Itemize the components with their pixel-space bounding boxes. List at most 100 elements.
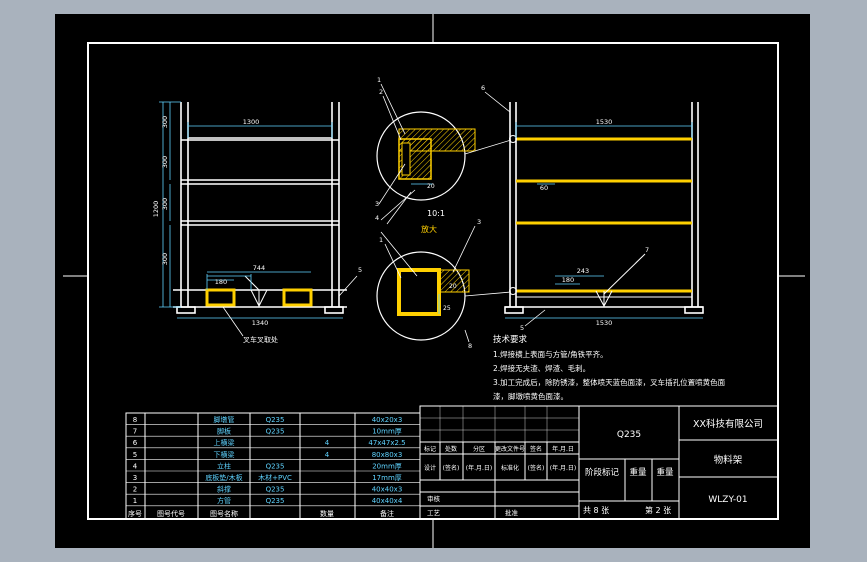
tech-requirements: 技术要求 1.焊接横上表面与方管/角铁平齐。 2.焊接无夹渣、焊渣、毛刺。 3.… — [493, 334, 726, 401]
front-base-dim: 744 — [253, 264, 265, 272]
bom-cell-name: 脚板 — [217, 427, 231, 436]
bom-cell-no: 8 — [133, 416, 137, 424]
detail-views: 20 25 20 10:1 放大 1 2 3 4 1 3 8 — [375, 76, 512, 350]
bom-cell-spec: 17mm厚 — [372, 474, 402, 482]
bom-cell-no: 6 — [133, 439, 138, 447]
tb-drawing-no: WLZY-01 — [708, 495, 747, 505]
bom-cell-mat: Q235 — [266, 486, 285, 494]
detail-dim-c: 20 — [449, 283, 457, 290]
tb-rev-h2: 分区 — [473, 445, 485, 453]
tech-item-1: 1.焊接横上表面与方管/角铁平齐。 — [493, 349, 608, 359]
tb-sign-h1: (签名) — [443, 464, 460, 472]
detail-dim-b: 25 — [443, 305, 451, 312]
tech-item-2: 2.焊接无夹渣、焊渣、毛刺。 — [493, 363, 590, 373]
bom-cell-spec: 40x20x3 — [372, 416, 403, 424]
bom-cell-qty: 4 — [325, 439, 330, 447]
bom-cell-no: 5 — [133, 451, 137, 459]
tb-audit: 审核 — [427, 494, 441, 503]
balloon-1-lower: 1 — [379, 236, 383, 244]
front-height-dim-4: 300 — [161, 253, 169, 265]
side-foot-dim: 180 — [562, 276, 574, 284]
side-mid-dim: 60 — [540, 184, 548, 192]
bom-cell-name: 下横梁 — [214, 450, 235, 459]
bom-cell-spec: 47x47x2.5 — [368, 439, 405, 447]
bom-cell-name: 立柱 — [217, 461, 231, 470]
bom-header-spec: 备注 — [380, 509, 394, 518]
front-height-dim-1: 300 — [161, 116, 169, 128]
bom-header-code: 图号代号 — [157, 509, 185, 518]
side-beams — [516, 137, 692, 293]
tb-weight-label: 重量 — [629, 467, 647, 478]
bom-cell-qty: 4 — [325, 451, 330, 459]
tb-sign-h3: 标准化 — [501, 464, 519, 472]
side-base-width: 1530 — [596, 319, 613, 327]
front-total-height: 1200 — [152, 201, 160, 218]
front-height-dim-2: 300 — [161, 156, 169, 168]
tb-process: 工艺 — [427, 509, 441, 517]
tb-rev-h5: 年.月.日 — [552, 445, 574, 453]
fork-pocket-right — [282, 288, 313, 307]
front-view: 1300 744 180 1340 1200 300 300 300 300 叉… — [152, 101, 362, 344]
bom-cell-spec: 80x80x3 — [372, 451, 403, 459]
bom-cell-name: 脚墩管 — [214, 415, 235, 424]
front-base-width: 1340 — [252, 319, 269, 327]
bom-cell-name: 斜撑 — [217, 485, 231, 494]
tb-sheets-total: 共 8 张 — [583, 506, 609, 515]
tb-rev-h3: 更改文件号 — [495, 445, 525, 453]
bom-cell-spec: 20mm厚 — [372, 462, 402, 470]
front-caption: 叉车叉取处 — [243, 335, 278, 344]
bom-header-no: 序号 — [128, 509, 142, 518]
bom-header-name: 图号名称 — [210, 509, 238, 518]
balloon-8: 8 — [468, 342, 472, 350]
bom-cell-mat: Q235 — [266, 497, 285, 505]
tb-rev-h4: 签名 — [530, 445, 542, 453]
balloon-3-lower: 3 — [477, 218, 481, 226]
tb-material: Q235 — [617, 430, 641, 440]
bom-cell-spec: 40x40x4 — [372, 497, 403, 505]
cad-drawing: 1300 744 180 1340 1200 300 300 300 300 叉… — [63, 14, 805, 548]
front-top-width: 1300 — [243, 118, 260, 126]
bom-cell-name: 上横梁 — [214, 438, 235, 447]
front-foot-dim: 180 — [215, 278, 227, 286]
bom-cell-name: 底板垫/木板 — [205, 473, 242, 482]
front-height-dim-3: 300 — [161, 198, 169, 210]
bom-table: 8 脚墩管 Q235 40x20x3 7 脚板 Q235 10mm厚 6 上横梁 4 47x47x2.… — [125, 412, 421, 520]
bom-cell-mat: Q235 — [266, 428, 285, 436]
detail-scale: 10:1 — [427, 209, 445, 218]
tb-rev-h1: 处数 — [445, 445, 457, 453]
balloon-5-front: 5 — [358, 266, 362, 274]
balloon-3-detail: 3 — [375, 200, 379, 208]
bom-cell-spec: 10mm厚 — [372, 428, 402, 436]
tb-part-name: 物料架 — [714, 454, 743, 466]
balloon-4-detail: 4 — [375, 214, 379, 222]
bom-cell-no: 4 — [133, 462, 138, 470]
fork-pocket-left — [205, 288, 236, 307]
side-view: 1530 60 243 180 1530 6 7 5 — [481, 84, 704, 332]
tb-sign-h2: (年.月.日) — [466, 464, 493, 472]
tb-sign-h5: (年.月.日) — [550, 464, 577, 472]
balloon-7: 7 — [645, 246, 649, 254]
tb-approve: 批准 — [505, 508, 519, 517]
drawing-sheet: 1300 744 180 1340 1200 300 300 300 300 叉… — [55, 14, 810, 548]
bom-cell-no: 1 — [133, 497, 137, 505]
balloon-6: 6 — [481, 84, 485, 92]
balloon-5-side: 5 — [520, 324, 524, 332]
detail-title: 放大 — [421, 224, 437, 234]
tech-title: 技术要求 — [493, 334, 528, 345]
side-top-width: 1530 — [596, 118, 613, 126]
balloon-1: 1 — [377, 76, 381, 84]
bom-cell-mat: 木材+PVC — [258, 473, 292, 482]
bom-cell-no: 7 — [133, 428, 137, 436]
tb-sheet-no: 第 2 张 — [645, 505, 671, 515]
bom-cell-name: 方管 — [217, 496, 231, 505]
side-base-dim: 243 — [577, 267, 589, 275]
tb-company: XX科技有限公司 — [693, 418, 763, 430]
bom-cell-no: 2 — [133, 486, 137, 494]
tb-sign-h0: 设计 — [424, 464, 436, 472]
title-block: Q235 XX科技有限公司 物料架 WLZY-01 阶段标记 重量 重量 共 8… — [419, 405, 779, 520]
tb-sign-h4: (签名) — [528, 464, 545, 472]
bom-cell-mat: Q235 — [266, 462, 285, 470]
balloon-2: 2 — [379, 88, 383, 96]
bom-header-qty: 数量 — [320, 509, 334, 518]
tb-rev-h0: 标记 — [424, 445, 436, 453]
